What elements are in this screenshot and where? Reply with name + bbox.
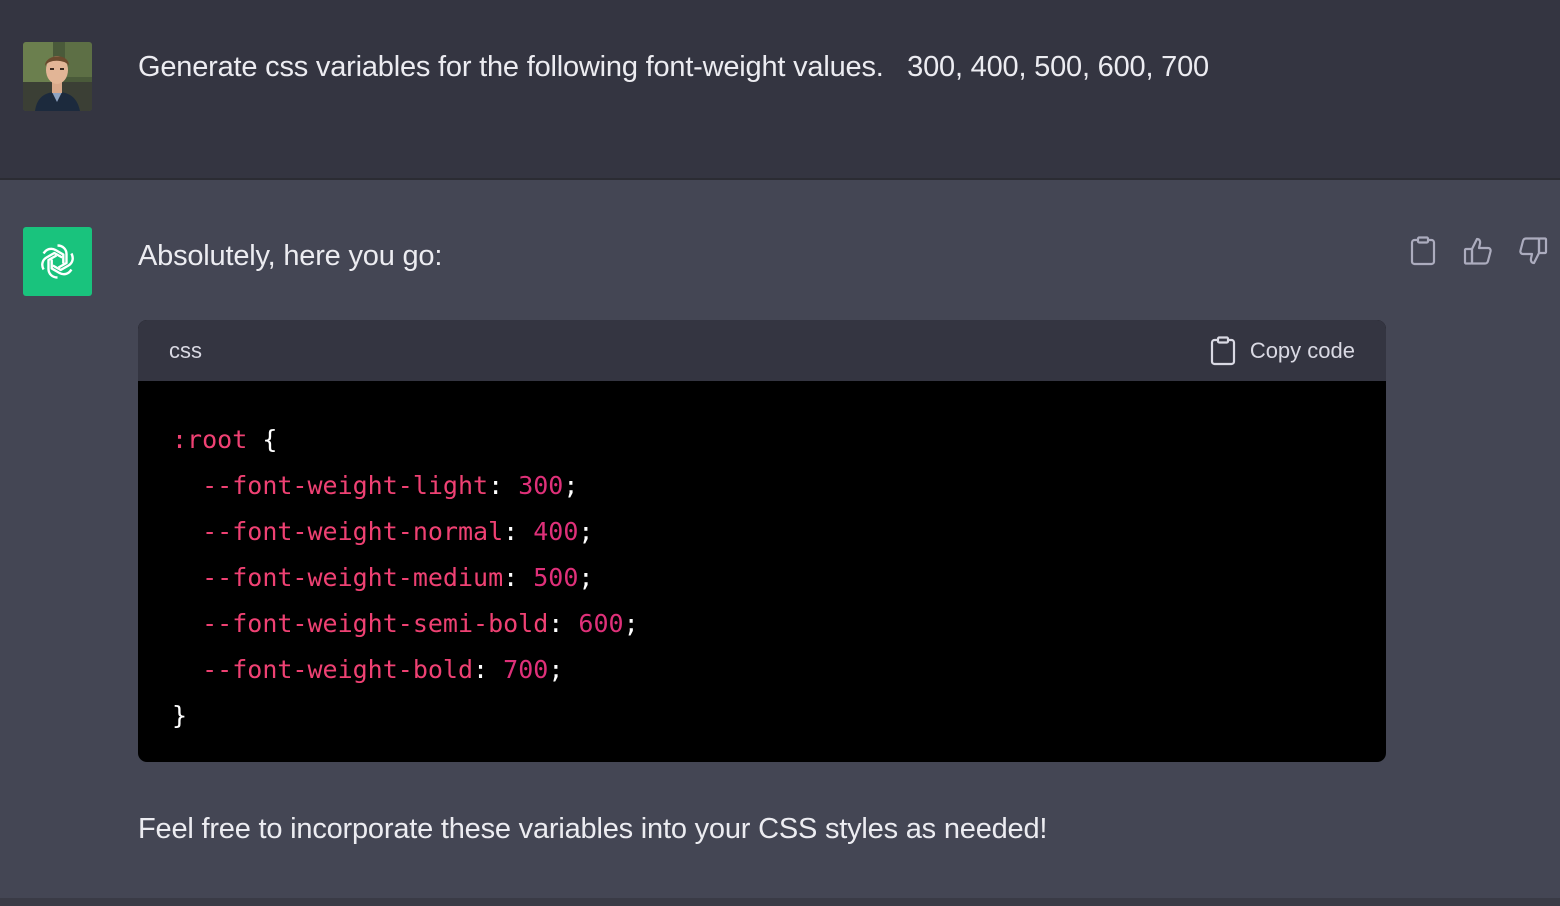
code-value: 700 (503, 655, 549, 684)
assistant-avatar (23, 227, 92, 296)
code-block: css Copy code :root { --font-weight-ligh… (138, 320, 1386, 762)
code-property: --font-weight-medium (202, 563, 504, 592)
copy-code-button[interactable]: Copy code (1210, 335, 1355, 366)
thumbs-up-icon (1463, 237, 1492, 265)
code-value: 500 (533, 563, 579, 592)
bottom-divider (0, 898, 1560, 906)
code-language-label: css (169, 337, 202, 363)
code-close-brace: } (172, 701, 188, 730)
copy-message-button[interactable] (1404, 232, 1442, 270)
code-value: 400 (533, 517, 579, 546)
assistant-outro-text: Feel free to incorporate these variables… (138, 813, 1048, 845)
code-property: --font-weight-light (202, 471, 489, 500)
user-message-row: Generate css variables for the following… (0, 0, 1560, 180)
thumbs-down-button[interactable] (1514, 232, 1552, 270)
user-message-text: Generate css variables for the following… (138, 51, 1209, 83)
clipboard-icon (1210, 335, 1235, 365)
openai-logo-icon (41, 244, 74, 279)
assistant-intro-text: Absolutely, here you go: (138, 240, 443, 272)
message-actions (1404, 232, 1552, 270)
code-value: 600 (578, 609, 624, 638)
user-photo-icon (23, 42, 92, 111)
clipboard-icon (1410, 236, 1436, 266)
copy-code-label: Copy code (1249, 337, 1355, 363)
thumbs-up-button[interactable] (1459, 232, 1497, 270)
code-content: :root { --font-weight-light: 300; --font… (172, 425, 639, 730)
user-avatar (23, 42, 92, 111)
assistant-message-row: Absolutely, here you go: css Copy code:… (0, 180, 1560, 898)
code-open-brace: { (247, 425, 278, 454)
code-property: --font-weight-normal (202, 517, 504, 546)
code-property: --font-weight-bold (202, 655, 474, 684)
code-value: 300 (518, 471, 564, 500)
code-selector: :root (172, 425, 248, 454)
code-property: --font-weight-semi-bold (202, 609, 549, 638)
thumbs-down-icon (1519, 237, 1548, 265)
code-block-header: css Copy code (138, 320, 1386, 381)
